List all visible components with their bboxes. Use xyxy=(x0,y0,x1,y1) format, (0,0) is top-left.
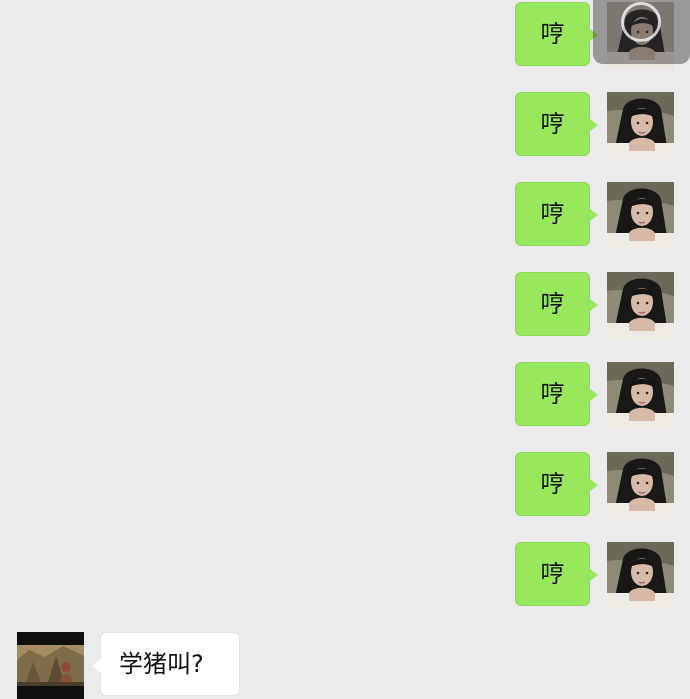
scene-photo-icon xyxy=(17,632,84,699)
floating-circle-icon xyxy=(621,2,661,42)
message-text: 哼 xyxy=(540,290,565,318)
sent-message-bubble[interactable]: 哼 xyxy=(515,92,598,156)
message-row-3: 哼 xyxy=(0,180,690,249)
message-row-7: 哼 xyxy=(0,540,690,609)
message-text: 哼 xyxy=(540,110,565,138)
contact-avatar[interactable] xyxy=(17,632,84,699)
portrait-photo-icon xyxy=(607,452,674,519)
chat-message-list: 哼 哼 哼 哼 哼 哼 哼 学猪叫? xyxy=(0,0,690,699)
user-avatar[interactable] xyxy=(607,362,674,429)
portrait-photo-icon xyxy=(607,272,674,339)
message-row-6: 哼 xyxy=(0,450,690,519)
message-row-8: 学猪叫? xyxy=(0,630,690,699)
sent-message-bubble[interactable]: 哼 xyxy=(515,542,598,606)
message-row-1: 哼 xyxy=(0,0,690,69)
message-text: 哼 xyxy=(540,380,565,408)
message-text: 哼 xyxy=(540,20,565,48)
user-avatar[interactable] xyxy=(607,452,674,519)
message-row-5: 哼 xyxy=(0,360,690,429)
message-text: 学猪叫? xyxy=(119,650,204,678)
sent-message-bubble[interactable]: 哼 xyxy=(515,452,598,516)
portrait-photo-icon xyxy=(607,92,674,159)
message-text: 哼 xyxy=(540,470,565,498)
portrait-photo-icon xyxy=(607,182,674,249)
user-avatar[interactable] xyxy=(607,272,674,339)
message-row-2: 哼 xyxy=(0,90,690,159)
user-avatar[interactable] xyxy=(607,542,674,609)
sent-message-bubble[interactable]: 哼 xyxy=(515,362,598,426)
user-avatar[interactable] xyxy=(607,92,674,159)
sent-message-bubble[interactable]: 哼 xyxy=(515,2,598,66)
received-message-bubble[interactable]: 学猪叫? xyxy=(92,632,240,696)
message-text: 哼 xyxy=(540,200,565,228)
user-avatar[interactable] xyxy=(607,182,674,249)
message-row-4: 哼 xyxy=(0,270,690,339)
portrait-photo-icon xyxy=(607,362,674,429)
portrait-photo-icon xyxy=(607,542,674,609)
sent-message-bubble[interactable]: 哼 xyxy=(515,272,598,336)
message-text: 哼 xyxy=(540,560,565,588)
floating-overlay-button[interactable] xyxy=(593,0,690,64)
sent-message-bubble[interactable]: 哼 xyxy=(515,182,598,246)
